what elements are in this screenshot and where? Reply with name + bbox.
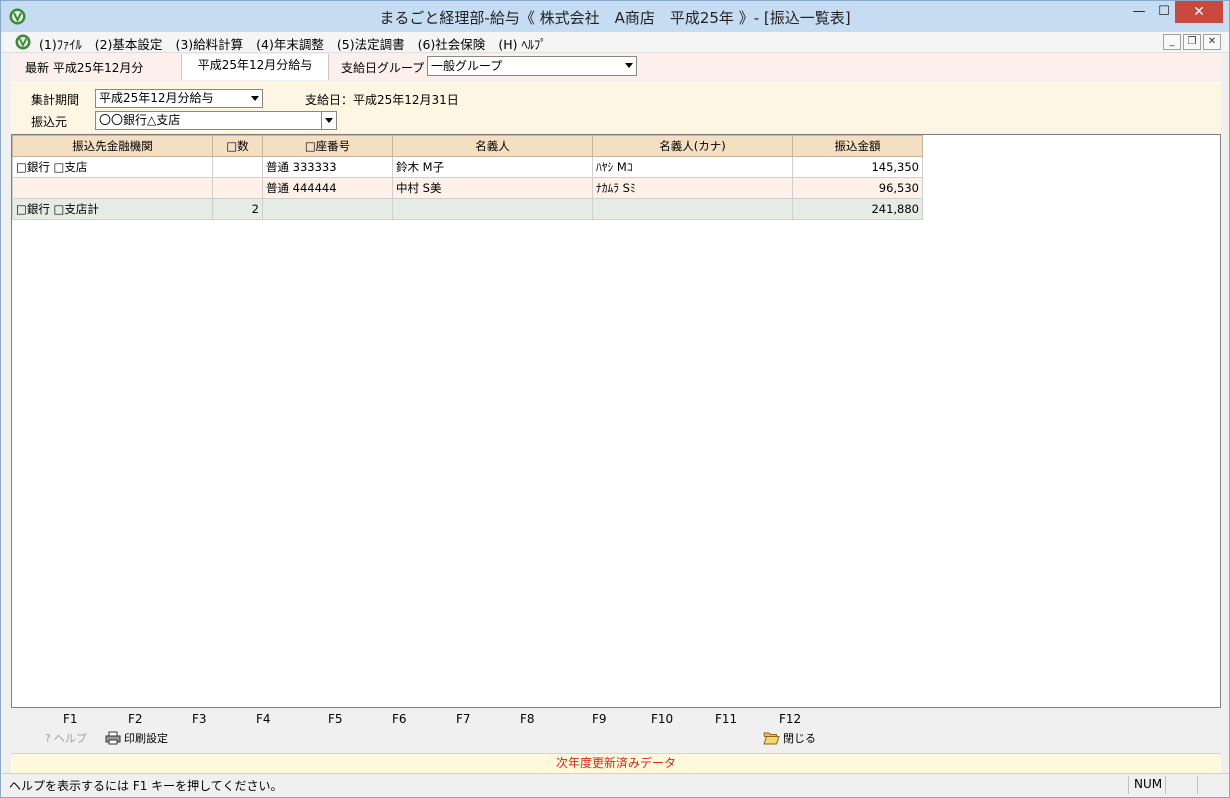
cell-holder-kana: ﾊﾔｼ Mｺ — [592, 156, 793, 178]
table-row[interactable]: 普通 444444 中村 S美 ﾅｶﾑﾗ Sﾐ 96,530 — [12, 177, 923, 199]
transfer-list-grid[interactable]: 振込先金融機関 □数 □座番号 名義人 名義人(カナ) 振込金額 □銀行 □支店… — [11, 134, 1221, 708]
fkey-f7[interactable]: F7 — [456, 712, 471, 726]
cell-account — [262, 198, 393, 220]
col-header-count[interactable]: □数 — [212, 135, 263, 157]
title-bar[interactable]: まるごと経理部-給与《 株式会社 A商店 平成25年 》- [振込一覧表] — … — [1, 1, 1229, 32]
open-folder-icon — [763, 732, 780, 745]
status-divider — [1128, 776, 1129, 794]
function-key-bar: F1 F2 F3 F4 F5 F6 F7 F8 F9 F10 F11 F12 ?… — [11, 710, 1221, 750]
menu-year-end[interactable]: (4)年末調整 — [256, 34, 324, 53]
notice-banner: 次年度更新済みデータ — [11, 753, 1221, 773]
menu-basic-settings[interactable]: (2)基本設定 — [95, 34, 163, 53]
help-button[interactable]: ? ヘルプ — [45, 730, 87, 746]
minimize-icon: — — [1132, 4, 1146, 19]
period-value: 平成25年12月分給与 — [99, 91, 214, 105]
print-settings-button[interactable]: 印刷設定 — [105, 730, 168, 746]
app-window: まるごと経理部-給与《 株式会社 A商店 平成25年 》- [振込一覧表] — … — [0, 0, 1230, 798]
close-window-button[interactable]: ✕ — [1175, 1, 1223, 23]
status-divider — [1197, 776, 1198, 794]
filter-panel: 集計期間 平成25年12月分給与 支給日：平成25年12月31日 振込元 〇〇銀… — [11, 81, 1221, 133]
col-header-bank[interactable]: 振込先金融機関 — [12, 135, 213, 157]
cell-holder-kana — [592, 198, 793, 220]
col-header-amount[interactable]: 振込金額 — [792, 135, 923, 157]
cell-holder-kana: ﾅｶﾑﾗ Sﾐ — [592, 177, 793, 199]
source-dropdown-button[interactable] — [321, 112, 336, 129]
chevron-down-icon — [625, 63, 633, 68]
pay-group-label: 支給日グループ — [341, 61, 425, 75]
chevron-down-icon — [251, 96, 259, 101]
menu-file[interactable]: (1)ﾌｧｲﾙ — [39, 34, 82, 53]
pay-group-value: 一般グループ — [431, 59, 503, 73]
period-tab-row: 最新 平成25年12月分 平成25年12月分給与 支給日グループ 一般グループ — [11, 54, 1221, 80]
menu-social-insurance[interactable]: (6)社会保険 — [418, 34, 486, 53]
fkey-f3[interactable]: F3 — [192, 712, 207, 726]
maximize-button[interactable]: ☐ — [1154, 1, 1174, 23]
close-icon: ✕ — [1193, 4, 1205, 20]
cell-count — [212, 177, 263, 199]
cell-amount: 241,880 — [792, 198, 923, 220]
cell-count: 2 — [212, 198, 263, 220]
fkey-f10[interactable]: F10 — [651, 712, 673, 726]
cell-amount: 96,530 — [792, 177, 923, 199]
source-value: 〇〇銀行△支店 — [99, 113, 181, 127]
period-select[interactable]: 平成25年12月分給与 — [95, 89, 263, 108]
printer-icon — [105, 731, 121, 745]
table-row[interactable]: □銀行 □支店 普通 333333 鈴木 M子 ﾊﾔｼ Mｺ 145,350 — [12, 156, 923, 178]
mdi-close-button[interactable]: ✕ — [1203, 34, 1221, 50]
cell-bank: □銀行 □支店計 — [12, 198, 213, 220]
fkey-f9[interactable]: F9 — [592, 712, 607, 726]
col-header-holder-kana[interactable]: 名義人(カナ) — [592, 135, 793, 157]
fkey-f5[interactable]: F5 — [328, 712, 343, 726]
subtotal-row[interactable]: □銀行 □支店計 2 241,880 — [12, 198, 923, 220]
pay-group-select[interactable]: 一般グループ — [427, 56, 637, 76]
cell-holder: 中村 S美 — [392, 177, 593, 199]
num-lock-indicator: NUM — [1134, 777, 1163, 791]
cell-bank — [12, 177, 213, 199]
menu-salary-calc[interactable]: (3)給料計算 — [175, 34, 243, 53]
source-select[interactable]: 〇〇銀行△支店 — [95, 111, 337, 130]
cell-count — [212, 156, 263, 178]
status-bar: ヘルプを表示するには F1 キーを押してください。 NUM — [1, 773, 1229, 797]
tab-current-payroll[interactable]: 平成25年12月分給与 — [181, 54, 329, 80]
menu-bar: (1)ﾌｧｲﾙ (2)基本設定 (3)給料計算 (4)年末調整 (5)法定調書 … — [1, 32, 1229, 53]
window-title: まるごと経理部-給与《 株式会社 A商店 平成25年 》- [振込一覧表] — [379, 9, 851, 27]
fkey-f1[interactable]: F1 — [63, 712, 78, 726]
period-label: 集計期間 — [31, 93, 80, 107]
mdi-minimize-button[interactable]: _ — [1163, 34, 1181, 50]
cell-account: 普通 444444 — [262, 177, 393, 199]
close-screen-label: 閉じる — [783, 732, 816, 745]
question-icon: ? — [45, 731, 51, 745]
source-label: 振込元 — [31, 115, 68, 129]
minimize-button[interactable]: — — [1129, 1, 1149, 23]
col-header-holder[interactable]: 名義人 — [392, 135, 593, 157]
col-header-account[interactable]: □座番号 — [262, 135, 393, 157]
fkey-f11[interactable]: F11 — [715, 712, 737, 726]
close-screen-button[interactable]: 閉じる — [763, 730, 816, 746]
fkey-f8[interactable]: F8 — [520, 712, 535, 726]
cell-account: 普通 333333 — [262, 156, 393, 178]
fkey-f12[interactable]: F12 — [779, 712, 801, 726]
cell-bank: □銀行 □支店 — [12, 156, 213, 178]
fkey-f4[interactable]: F4 — [256, 712, 271, 726]
status-message: ヘルプを表示するには F1 キーを押してください。 — [9, 779, 283, 793]
fkey-f6[interactable]: F6 — [392, 712, 407, 726]
menu-help[interactable]: (H) ﾍﾙﾌﾟ — [498, 34, 546, 53]
cell-amount: 145,350 — [792, 156, 923, 178]
help-label: ヘルプ — [53, 732, 87, 745]
status-divider — [1165, 776, 1166, 794]
chevron-down-icon — [325, 118, 333, 123]
mdi-restore-button[interactable]: ❐ — [1183, 34, 1201, 50]
maximize-icon: ☐ — [1158, 4, 1170, 19]
cell-holder — [392, 198, 593, 220]
menu-legal-reports[interactable]: (5)法定調書 — [337, 34, 405, 53]
latest-period-label: 最新 平成25年12月分 — [25, 61, 144, 75]
transfer-table: 振込先金融機関 □数 □座番号 名義人 名義人(カナ) 振込金額 □銀行 □支店… — [12, 135, 923, 220]
print-settings-label: 印刷設定 — [124, 732, 168, 745]
document-logo-icon[interactable] — [15, 34, 31, 50]
payday-text: 支給日：平成25年12月31日 — [305, 93, 459, 107]
table-header-row: 振込先金融機関 □数 □座番号 名義人 名義人(カナ) 振込金額 — [12, 135, 923, 157]
cell-holder: 鈴木 M子 — [392, 156, 593, 178]
fkey-f2[interactable]: F2 — [128, 712, 143, 726]
